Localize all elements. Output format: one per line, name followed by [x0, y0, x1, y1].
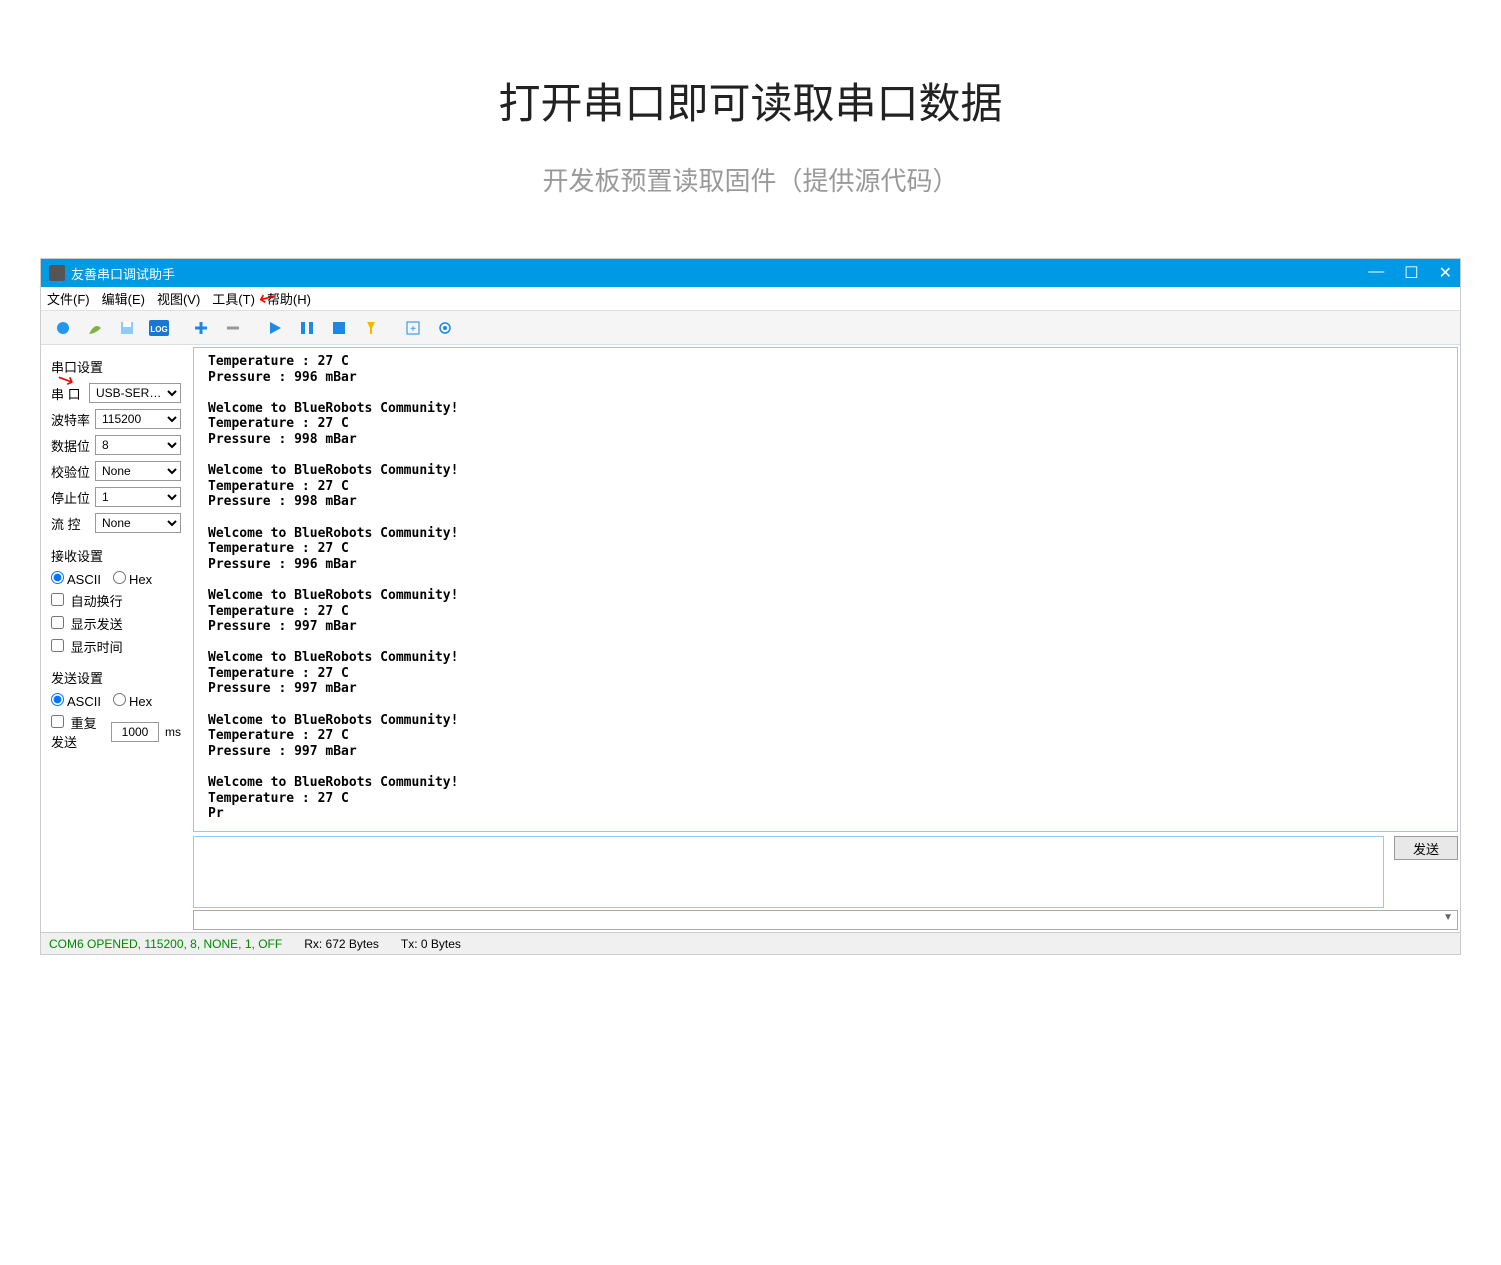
sidebar: 串口设置 串 口 USB-SER… 波特率 115200 数据位 8 校验位 N… [41, 345, 191, 932]
window-title: 友善串口调试助手 [71, 264, 1368, 283]
plus-icon[interactable] [187, 314, 215, 342]
log-icon[interactable]: LOG [145, 314, 173, 342]
status-rx: Rx: 672 Bytes [304, 937, 379, 951]
menu-file[interactable]: 文件(F) [47, 289, 90, 308]
send-ascii-radio[interactable]: ASCII [51, 693, 101, 709]
maximize-button[interactable]: ☐ [1404, 263, 1418, 283]
page-title: 打开串口即可读取串口数据 [0, 0, 1501, 161]
recv-hex-radio[interactable]: Hex [113, 571, 152, 587]
leaf-icon[interactable] [81, 314, 109, 342]
baud-label: 波特率 [51, 410, 95, 429]
app-icon [49, 265, 65, 281]
menu-edit[interactable]: 编辑(E) [102, 289, 145, 308]
repeat-send-checkbox[interactable]: 重复发送 [51, 713, 107, 751]
svg-text:LOG: LOG [150, 325, 167, 334]
repeat-interval-spinner[interactable] [111, 722, 159, 742]
stopbits-label: 停止位 [51, 488, 95, 507]
status-port: COM6 OPENED, 115200, 8, NONE, 1, OFF [49, 937, 282, 951]
stop-icon[interactable] [325, 314, 353, 342]
send-input[interactable] [193, 836, 1384, 908]
pause-icon[interactable] [293, 314, 321, 342]
play-icon[interactable] [261, 314, 289, 342]
databits-label: 数据位 [51, 436, 95, 455]
show-time-checkbox[interactable]: 显示时间 [51, 637, 123, 656]
repeat-unit: ms [165, 725, 181, 739]
show-send-checkbox[interactable]: 显示发送 [51, 614, 123, 633]
parity-select[interactable]: None [95, 461, 181, 481]
statusbar: COM6 OPENED, 115200, 8, NONE, 1, OFF Rx:… [41, 932, 1460, 954]
recv-settings-title: 接收设置 [51, 546, 181, 565]
port-select[interactable]: USB-SER… [89, 383, 181, 403]
flashlight-icon[interactable] [357, 314, 385, 342]
save-icon[interactable] [113, 314, 141, 342]
parity-label: 校验位 [51, 462, 95, 481]
databits-select[interactable]: 8 [95, 435, 181, 455]
flow-label: 流 控 [51, 514, 95, 533]
add-window-icon[interactable]: + [399, 314, 427, 342]
menu-view[interactable]: 视图(V) [157, 289, 200, 308]
gear-icon[interactable] [431, 314, 459, 342]
page-subtitle: 开发板预置读取固件（提供源代码） [0, 161, 1501, 258]
stopbits-select[interactable]: 1 [95, 487, 181, 507]
menubar: 文件(F) 编辑(E) 视图(V) 工具(T) 帮助(H) [41, 287, 1460, 311]
globe-icon[interactable] [49, 314, 77, 342]
minimize-button[interactable]: — [1368, 263, 1384, 283]
app-window: ↘ ↙ 友善串口调试助手 — ☐ ✕ 文件(F) 编辑(E) 视图(V) 工具(… [40, 258, 1461, 955]
output-area[interactable]: Temperature : 27 C Pressure : 996 mBar W… [193, 347, 1458, 832]
menu-tools[interactable]: 工具(T) [212, 289, 255, 308]
send-settings-title: 发送设置 [51, 668, 181, 687]
close-button[interactable]: ✕ [1439, 263, 1452, 283]
baud-select[interactable]: 115200 [95, 409, 181, 429]
svg-text:+: + [410, 324, 416, 335]
history-dropdown[interactable] [193, 910, 1458, 930]
send-button[interactable]: 发送 [1394, 836, 1458, 860]
send-hex-radio[interactable]: Hex [113, 693, 152, 709]
recv-ascii-radio[interactable]: ASCII [51, 571, 101, 587]
minus-icon[interactable] [219, 314, 247, 342]
toolbar: LOG + [41, 311, 1460, 345]
titlebar: 友善串口调试助手 — ☐ ✕ [41, 259, 1460, 287]
flow-select[interactable]: None [95, 513, 181, 533]
wrap-checkbox[interactable]: 自动换行 [51, 591, 123, 610]
status-tx: Tx: 0 Bytes [401, 937, 461, 951]
